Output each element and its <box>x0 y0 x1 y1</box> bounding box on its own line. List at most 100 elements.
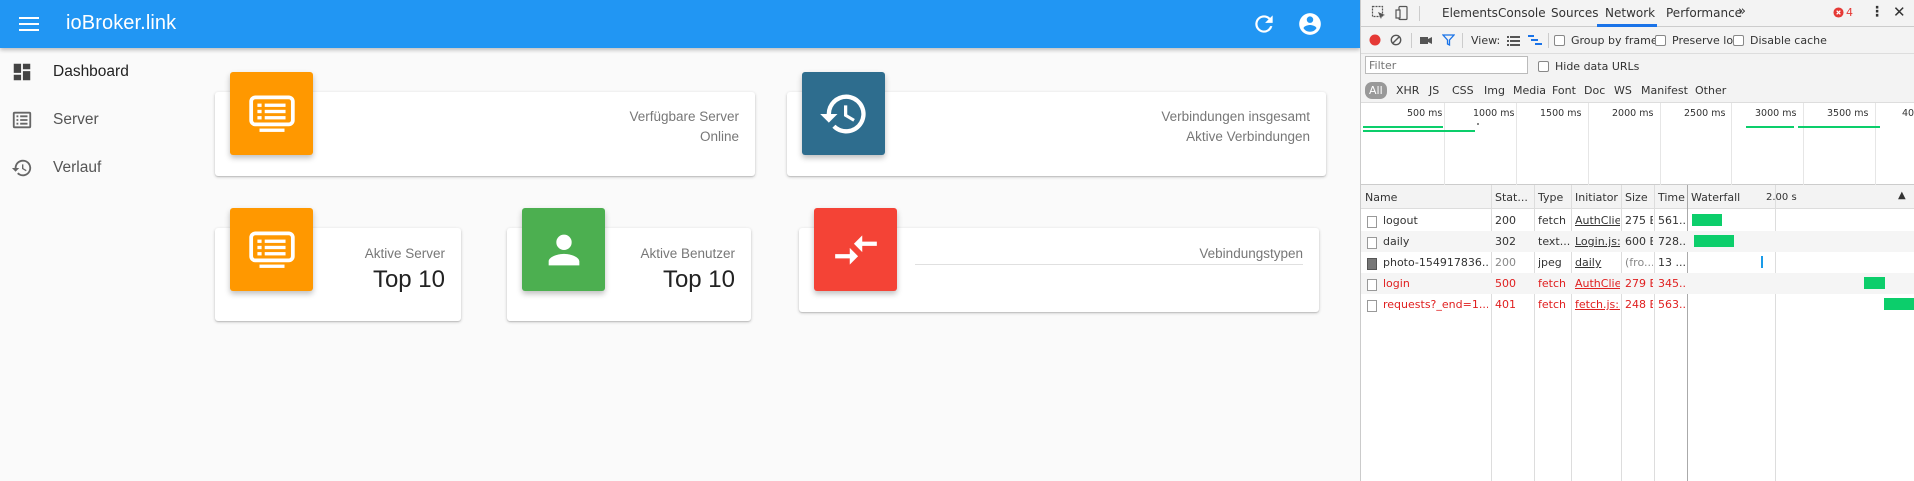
card-value: Top 10 <box>662 266 735 293</box>
type-filter-manifest[interactable]: Manifest <box>1641 84 1688 97</box>
request-time: 563... <box>1658 298 1686 311</box>
tab-performance[interactable]: Performance <box>1666 6 1742 20</box>
request-initiator[interactable]: Login.js:... <box>1575 235 1620 248</box>
type-filter-js[interactable]: JS <box>1429 84 1439 97</box>
column-header-waterfall[interactable]: Waterfall <box>1691 191 1740 204</box>
account-circle-icon[interactable] <box>1297 11 1323 37</box>
type-filter-font[interactable]: Font <box>1552 84 1576 97</box>
column-header-time[interactable]: Time <box>1658 191 1685 204</box>
tab-network[interactable]: Network <box>1605 6 1655 20</box>
clear-icon[interactable] <box>1390 34 1402 49</box>
preserve-log-label: Preserve log <box>1672 34 1741 47</box>
column-header-initiator[interactable]: Initiator <box>1575 191 1618 204</box>
waterfall-scale: 2.00 s <box>1766 192 1797 203</box>
filter-input[interactable] <box>1365 56 1528 74</box>
column-header-type[interactable]: Type <box>1538 191 1563 204</box>
filter-row: Hide data URLs <box>1361 54 1914 78</box>
doc-icon <box>1367 236 1377 249</box>
request-status: 302 <box>1495 235 1516 248</box>
sidebar-item-label: Server <box>53 111 99 128</box>
timeline-tick: 2000 ms <box>1612 108 1654 119</box>
sort-asc-icon[interactable]: ▲ <box>1898 190 1906 201</box>
timeline-bar <box>1363 130 1475 132</box>
dashboard-icon <box>11 61 33 83</box>
group-by-frame-checkbox[interactable] <box>1554 33 1565 46</box>
request-name: login <box>1383 277 1410 290</box>
timeline-tick: 1500 ms <box>1540 108 1582 119</box>
timeline-tick: 3500 ms <box>1827 108 1869 119</box>
timeline-tick: 2500 ms <box>1684 108 1726 119</box>
request-status: 200 <box>1495 214 1516 227</box>
column-header-size[interactable]: Size <box>1625 191 1648 204</box>
request-type: fetch <box>1538 277 1566 290</box>
tab-console[interactable]: Console <box>1498 6 1546 20</box>
request-initiator[interactable]: fetch.js:36 <box>1575 298 1620 311</box>
card-label: Aktive Server <box>364 246 445 261</box>
menu-icon[interactable] <box>18 13 40 35</box>
type-filter-media[interactable]: Media <box>1513 84 1546 97</box>
request-name: requests?_end=1... <box>1383 298 1488 311</box>
type-filter-all[interactable]: All <box>1365 82 1387 99</box>
app-bar: ioBroker.link <box>0 0 1360 48</box>
table-row[interactable]: login 500 fetch AuthClie... 279 B 345... <box>1361 273 1914 294</box>
server-icon <box>230 72 313 155</box>
sidebar-item-verlauf[interactable]: Verlauf <box>0 144 200 192</box>
request-initiator[interactable]: AuthClie... <box>1575 277 1620 290</box>
request-size: (fro... <box>1625 256 1653 269</box>
compare-arrows-icon <box>814 208 897 291</box>
timeline-tick: 1000 ms <box>1473 108 1515 119</box>
type-filter-xhr[interactable]: XHR <box>1396 84 1419 97</box>
doc-icon <box>1367 215 1377 228</box>
table-row[interactable]: requests?_end=1... 401 fetch fetch.js:36… <box>1361 294 1914 315</box>
inspect-icon[interactable] <box>1371 5 1387 24</box>
column-header-name[interactable]: Name <box>1365 191 1397 204</box>
request-initiator[interactable]: daily <box>1575 256 1620 269</box>
type-filter-ws[interactable]: WS <box>1614 84 1632 97</box>
sidebar-item-dashboard[interactable]: Dashboard <box>0 48 200 96</box>
table-row[interactable]: daily 302 text... Login.js:... 600 B 728… <box>1361 231 1914 252</box>
large-rows-icon[interactable] <box>1507 34 1520 49</box>
waterfall-view-icon[interactable] <box>1528 34 1542 49</box>
doc-icon <box>1367 278 1377 291</box>
sidebar-item-server[interactable]: Server <box>0 96 200 144</box>
hide-data-urls-checkbox[interactable] <box>1538 59 1549 72</box>
request-initiator[interactable]: AuthClie... <box>1575 214 1620 227</box>
network-overview-timeline[interactable]: 500 ms 1000 ms 1500 ms 2000 ms 2500 ms 3… <box>1361 103 1914 185</box>
request-status: 401 <box>1495 298 1516 311</box>
tab-sources[interactable]: Sources <box>1551 6 1598 20</box>
type-filter-css[interactable]: CSS <box>1452 84 1474 97</box>
type-filter-img[interactable]: Img <box>1484 84 1505 97</box>
close-icon[interactable]: ✕ <box>1893 3 1906 21</box>
network-request-table: Name Stat... Type Initiator Size Time Wa… <box>1361 185 1914 481</box>
refresh-icon[interactable] <box>1251 11 1277 37</box>
type-filter-doc[interactable]: Doc <box>1584 84 1605 97</box>
timeline-bar <box>1798 126 1880 128</box>
disable-cache-checkbox[interactable] <box>1733 33 1744 46</box>
record-icon[interactable] <box>1369 34 1381 49</box>
more-tabs-icon[interactable]: » <box>1738 4 1746 19</box>
more-options-icon[interactable]: ⋮ <box>1870 4 1884 20</box>
error-count: 4 <box>1846 6 1853 19</box>
preserve-log-checkbox[interactable] <box>1655 33 1666 46</box>
column-header-status[interactable]: Stat... <box>1495 191 1528 204</box>
waterfall-bar <box>1884 298 1914 310</box>
request-status: 500 <box>1495 277 1516 290</box>
filter-icon[interactable] <box>1441 34 1456 49</box>
divider <box>1411 33 1412 48</box>
devtools-panel: Elements Console Sources Network Perform… <box>1360 0 1914 481</box>
table-row[interactable]: logout 200 fetch AuthClie... 275 B 561..… <box>1361 210 1914 231</box>
device-toolbar-icon[interactable] <box>1395 5 1411 24</box>
request-time: 561... <box>1658 214 1686 227</box>
type-filter-other[interactable]: Other <box>1695 84 1726 97</box>
divider <box>1419 6 1420 21</box>
timeline-tick: 400 <box>1902 108 1914 119</box>
server-icon <box>230 208 313 291</box>
table-row[interactable]: photo-154917836... 200 jpeg daily (fro..… <box>1361 252 1914 273</box>
group-by-frame-label: Group by frame <box>1571 34 1658 47</box>
disable-cache-label: Disable cache <box>1750 34 1827 47</box>
request-size: 279 B <box>1625 277 1653 290</box>
error-icon[interactable] <box>1833 7 1844 21</box>
sidebar-item-label: Dashboard <box>53 63 129 80</box>
screenshot-icon[interactable] <box>1419 34 1433 49</box>
tab-elements[interactable]: Elements <box>1442 6 1498 20</box>
